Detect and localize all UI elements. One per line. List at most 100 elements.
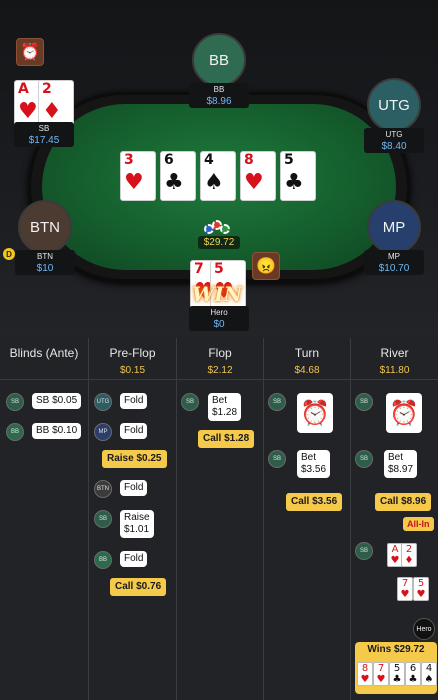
column-blinds: Blinds (Ante) SB SB $0.05 BB BB $0.10: [0, 338, 88, 700]
seat-stack: $17.45: [28, 135, 60, 146]
card-rank: 7: [377, 663, 385, 674]
card-suit: ♥: [400, 589, 410, 600]
action-bubble: Fold: [120, 423, 148, 439]
seat-plate: Hero $0: [189, 306, 249, 331]
alarm-clock-icon: ⏰: [386, 393, 422, 433]
card-suit: ♣: [408, 674, 418, 685]
position-badge-bb: BB: [6, 423, 24, 441]
seat-mp[interactable]: MP MP $10.70: [364, 200, 424, 275]
wins-label: Wins $29.72: [367, 644, 425, 655]
card-rank: A: [391, 544, 399, 555]
column-title: Pre-Flop: [109, 346, 156, 360]
seat-name: SB: [38, 124, 50, 133]
action-log: Blinds (Ante) SB SB $0.05 BB BB $0.10 Pr…: [0, 338, 438, 700]
position-badge-sb: SB: [268, 450, 286, 468]
pot-amount: $29.72: [198, 236, 240, 249]
column-title: Flop: [208, 346, 232, 360]
action-verb: Bet: [301, 452, 317, 463]
card-suit: ♥: [360, 674, 370, 685]
seat-name: BB: [213, 85, 225, 94]
position-badge-sb: SB: [6, 393, 24, 411]
position-badge-sb: SB: [355, 393, 373, 411]
action-bubble: BB $0.10: [32, 423, 82, 439]
card-suit: ♠: [424, 674, 434, 685]
position-badge-sb: SB: [94, 510, 112, 528]
hand-replay-screen: BB BB $8.96 UTG UTG $8.40 MP MP $10.70 B…: [0, 0, 438, 700]
all-in-tag: All-In: [403, 517, 434, 531]
column-header: River $11.80: [351, 338, 438, 380]
card-suit: ♣: [284, 170, 304, 195]
card-rank: 2: [405, 544, 413, 555]
board-card-5: 5 ♣: [280, 151, 316, 201]
hero-action-bubble: Call $8.96: [375, 493, 432, 511]
seat-name: Hero: [210, 308, 228, 317]
action-bubble: SB $0.05: [32, 393, 82, 409]
action-bubble: Raise $1.01: [120, 510, 154, 538]
hero-shown-card: 5 ♥: [413, 577, 429, 601]
column-header: Blinds (Ante): [0, 338, 88, 380]
board-card-4: 8 ♥: [240, 151, 276, 201]
column-pot: $2.12: [207, 365, 233, 376]
avatar: UTG: [367, 78, 421, 132]
hero-action-bubble: Raise $0.25: [102, 450, 167, 468]
column-river: River $11.80 SB ⏰ SB Bet $8.97 Call $8.9…: [350, 338, 438, 700]
position-badge-bb: BB: [94, 551, 112, 569]
hero-action-bubble: Call $3.56: [286, 493, 343, 511]
action-bubble: Fold: [120, 551, 148, 567]
seat-utg[interactable]: UTG UTG $8.40: [364, 78, 424, 153]
wins-box: Wins $29.72 8 ♥ 7 ♥ 5 ♣ 6 ♣ 4 ♠: [355, 642, 437, 694]
winning-card: 7 ♥: [373, 662, 389, 686]
avatar: BB: [192, 33, 246, 87]
seat-name: MP: [388, 252, 400, 261]
card-rank: 2: [42, 81, 52, 97]
card-rank: 3: [124, 152, 134, 168]
action-amount: $1.01: [124, 524, 150, 535]
column-header: Pre-Flop $0.15: [89, 338, 176, 380]
seat-sb[interactable]: SB $17.45: [14, 122, 74, 147]
seat-bb[interactable]: BB BB $8.96: [189, 33, 249, 108]
card-suit: ♥: [244, 170, 264, 195]
action-bubble: Fold: [120, 393, 148, 409]
column-pot: $4.68: [294, 365, 320, 376]
winning-card: 6 ♣: [405, 662, 421, 686]
card-rank: 5: [214, 261, 224, 277]
hero-emote-icon[interactable]: 😠: [252, 252, 280, 280]
action-verb: Bet: [212, 395, 228, 406]
card-rank: 7: [194, 261, 204, 277]
column-title: Blinds (Ante): [9, 346, 79, 360]
shown-card: 2 ♦: [401, 543, 417, 567]
card-suit: ♥: [376, 674, 386, 685]
card-rank: 8: [244, 152, 254, 168]
seat-stack: $10: [36, 263, 54, 274]
seat-stack: $10.70: [378, 263, 410, 274]
winning-card: 8 ♥: [357, 662, 373, 686]
seat-btn[interactable]: BTN BTN $10: [15, 200, 75, 275]
action-bubble: Bet $1.28: [208, 393, 242, 421]
seat-plate: BTN $10: [15, 250, 75, 275]
board-card-2: 6 ♣: [160, 151, 196, 201]
seat-plate: MP $10.70: [364, 250, 424, 275]
column-title: Turn: [294, 346, 320, 360]
emote-icon[interactable]: ⏰: [16, 38, 44, 66]
column-preflop: Pre-Flop $0.15 UTG Fold MP Fold Raise $0…: [88, 338, 176, 700]
hero-action-bubble: Call $0.76: [110, 578, 167, 596]
column-header: Turn $4.68: [264, 338, 350, 380]
hero-avatar-tag: Hero: [413, 618, 435, 640]
card-suit: ♥: [18, 99, 38, 124]
avatar: MP: [367, 200, 421, 254]
seat-name: BTN: [37, 252, 53, 261]
seat-name: UTG: [385, 130, 403, 139]
card-rank: 4: [425, 663, 433, 674]
board-card-3: 4 ♠: [200, 151, 236, 201]
card-rank: 6: [164, 152, 174, 168]
action-amount: $1.28: [212, 407, 238, 418]
position-badge-sb: SB: [268, 393, 286, 411]
seat-hero[interactable]: Hero $0: [189, 306, 249, 331]
card-rank: 4: [204, 152, 214, 168]
position-badge-mp: MP: [94, 423, 112, 441]
seat-plate: BB $8.96: [189, 83, 249, 108]
card-suit: ♦: [42, 99, 62, 124]
board-card-1: 3 ♥: [120, 151, 156, 201]
card-rank: 8: [361, 663, 369, 674]
action-bubble: Bet $8.97: [384, 450, 418, 478]
